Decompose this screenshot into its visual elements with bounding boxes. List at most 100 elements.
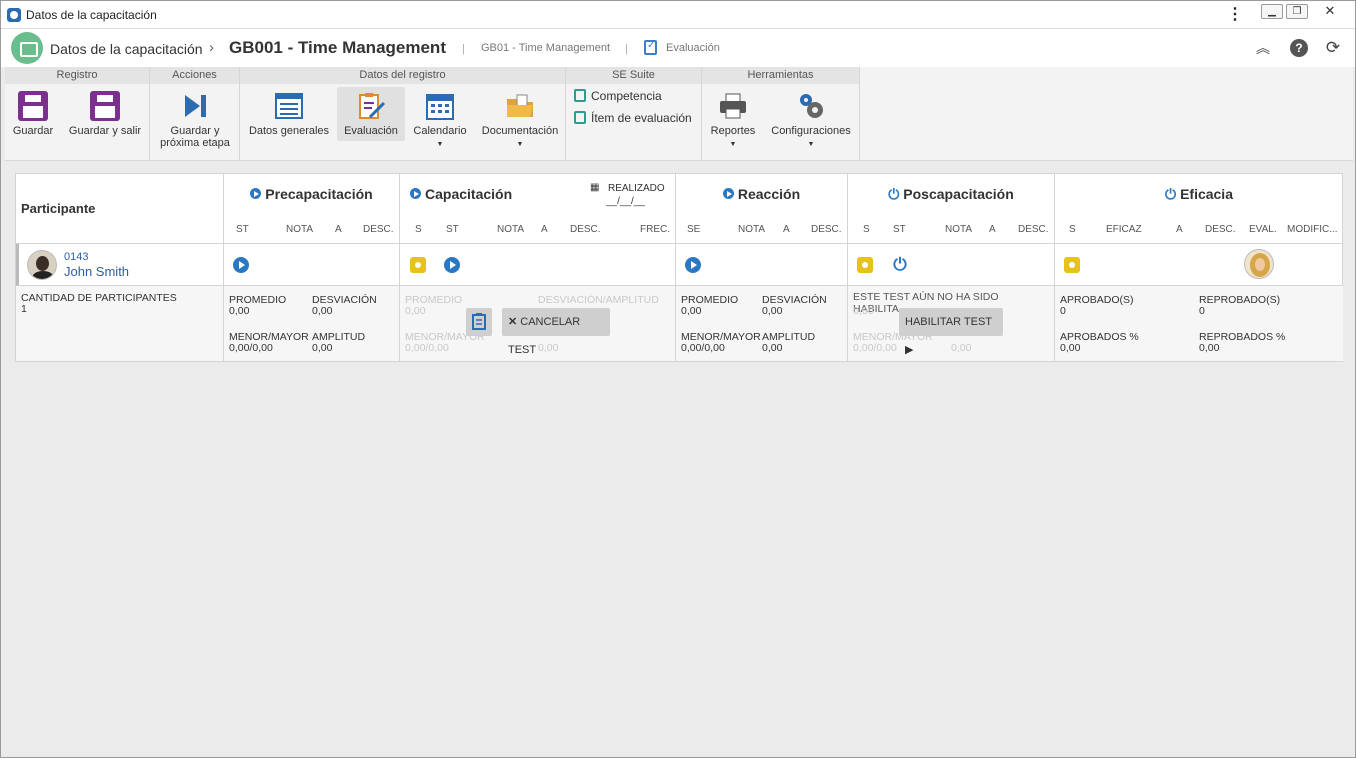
page-title: GB001 - Time Management [229,38,446,57]
competence-icon [574,89,586,102]
col-nota: NOTA [945,224,973,235]
status-pending-icon[interactable] [410,257,426,273]
col-a: A [1176,224,1183,235]
more-options-icon[interactable]: ⋮ [1227,5,1243,25]
precapacitacion-stats: PROMEDIO 0,00 DESVIACIÓN 0,00 MENOR/MAYO… [224,286,399,361]
col-nota: NOTA [738,224,766,235]
aprobados-label: APROBADO(S) [1060,294,1134,306]
cancel-test-button[interactable]: ✕ CANCELAR TEST [502,308,610,356]
col-frec: FREC. [640,224,670,235]
save-exit-icon [90,91,120,121]
poscapacitacion-row: ⏻ [848,244,1054,286]
settings-button[interactable]: Configuraciones ▼ [768,87,854,148]
settings-label: Configuraciones [771,125,851,137]
group-herramientas: Herramientas Reportes ▼ Configuraciones … [702,67,860,161]
reaccion-column: Reacción SE NOTA A DESC. PROMEDIO 0,00 D… [676,174,848,361]
group-registro: Registro Guardar Guardar y salir [5,67,150,161]
col-st: ST [236,224,249,235]
chevron-down-icon: ▼ [807,141,815,148]
window-title: Datos de la capacitación [26,8,157,22]
participant-name[interactable]: John Smith [64,264,129,279]
breadcrumb-training-data[interactable]: Datos de la capacitación [50,41,203,57]
col-nota: NOTA [497,224,525,235]
group-label: Acciones [150,67,239,84]
printer-icon [718,91,748,121]
col-se: SE [687,224,701,235]
column-header: ⏻ Poscapacitación S ST NOTA A DESC. [848,174,1054,244]
enable-test-label: HABILITAR TEST [905,316,992,328]
general-data-button[interactable]: Datos generales [246,87,332,141]
clipboard-check-icon [644,40,657,55]
column-header: Reacción SE NOTA A DESC. [676,174,847,244]
group-label: Registro [5,67,149,84]
reaccion-header: Reacción [676,186,847,202]
start-test-icon[interactable] [233,257,249,273]
eficacia-column: ⏻ Eficacia S EFICAZ A DESC. EVAL. MODIFIC… [1055,174,1343,361]
aprobados-value: 0 [1060,305,1066,317]
reprobados-pct-value: 0,00 [1199,342,1220,354]
group-label: Datos del registro [240,67,565,84]
separator: | [625,43,628,55]
reprobados-label: REPROBADO(S) [1199,294,1281,306]
clipboard-button[interactable] [466,308,492,336]
evaluation-label: Evaluación [344,125,398,137]
page-header: Datos de la capacitación › GB001 - Time … [1,29,1355,67]
col-a: A [541,224,548,235]
save-next-label-2: próxima etapa [160,137,230,149]
chevron-down-icon: ▼ [516,141,524,148]
start-test-icon[interactable] [685,257,701,273]
desviacion-value: 0,00 [762,305,783,317]
close-icon: ✕ [508,316,518,328]
status-pending-icon[interactable] [857,257,873,273]
minimize-button[interactable]: ▁ [1261,4,1283,19]
participant-row[interactable]: 0143 John Smith [16,244,223,286]
col-st: ST [446,224,459,235]
group-datos-registro: Datos del registro Datos generales Evalu… [240,67,566,161]
gears-icon [796,91,826,121]
evaluation-item-label: Ítem de evaluación [591,111,692,125]
app-icon [7,8,21,22]
documentation-button[interactable]: Documentación ▼ [478,87,562,148]
enable-test-button[interactable]: HABILITAR TEST ▶ [899,308,1003,356]
evaluation-button[interactable]: Evaluación [337,87,405,141]
power-icon: ⏻ [1164,186,1177,202]
evaluation-item-icon [574,111,586,124]
skip-forward-icon [180,91,210,121]
precapacitacion-title: Precapacitación [265,186,373,202]
restore-button[interactable]: ❐ [1286,4,1308,19]
competence-link[interactable]: Competencia [574,89,662,103]
promedio-value: 0,00 [405,305,426,317]
col-modific: MODIFIC... [1287,224,1338,235]
menor-mayor-value: 0,00/0,00 [681,342,725,354]
ribbon-toolbar: Registro Guardar Guardar y salir Accione… [5,67,1353,161]
power-icon[interactable]: ⏻ [891,256,909,274]
precapacitacion-column: Precapacitación ST NOTA A DESC. PROMEDIO… [224,174,400,361]
col-a: A [783,224,790,235]
evaluator-avatar[interactable] [1244,249,1274,279]
reports-button[interactable]: Reportes ▼ [708,87,758,148]
col-eficaz: EFICAZ [1106,224,1142,235]
col-desc: DESC. [570,224,601,235]
power-icon: ⏻ [888,186,900,202]
status-pending-icon[interactable] [1064,257,1080,273]
amplitud-value: 0,00 [538,342,559,354]
col-s: S [863,224,870,235]
help-icon[interactable]: ? [1290,39,1308,57]
column-header: Capacitación ▦ REALIZADO __/__/__ S ST N… [400,174,675,244]
refresh-icon[interactable]: ⟳ [1324,39,1342,57]
save-next-stage-button[interactable]: Guardar y próxima etapa [154,87,236,149]
close-button[interactable]: ✕ [1319,4,1341,19]
eficacia-title: Eficacia [1180,186,1233,202]
promedio-value: 0,00 [681,305,702,317]
eficacia-header: ⏻ Eficacia [1055,186,1343,203]
start-test-icon[interactable] [444,257,460,273]
participant-count-value: 1 [21,303,27,315]
menor-mayor-value: 0,00/0,00 [853,342,897,354]
evaluation-item-link[interactable]: Ítem de evaluación [574,111,692,125]
column-header: ⏻ Eficacia S EFICAZ A DESC. EVAL. MODIFIC… [1055,174,1343,244]
collapse-up-icon[interactable]: ︽ [1254,39,1272,57]
save-exit-button[interactable]: Guardar y salir [65,87,145,141]
summary-cell: CANTIDAD DE PARTICIPANTES 1 [16,286,223,361]
save-button[interactable]: Guardar [9,87,57,141]
calendar-button[interactable]: Calendario ▼ [410,87,470,148]
